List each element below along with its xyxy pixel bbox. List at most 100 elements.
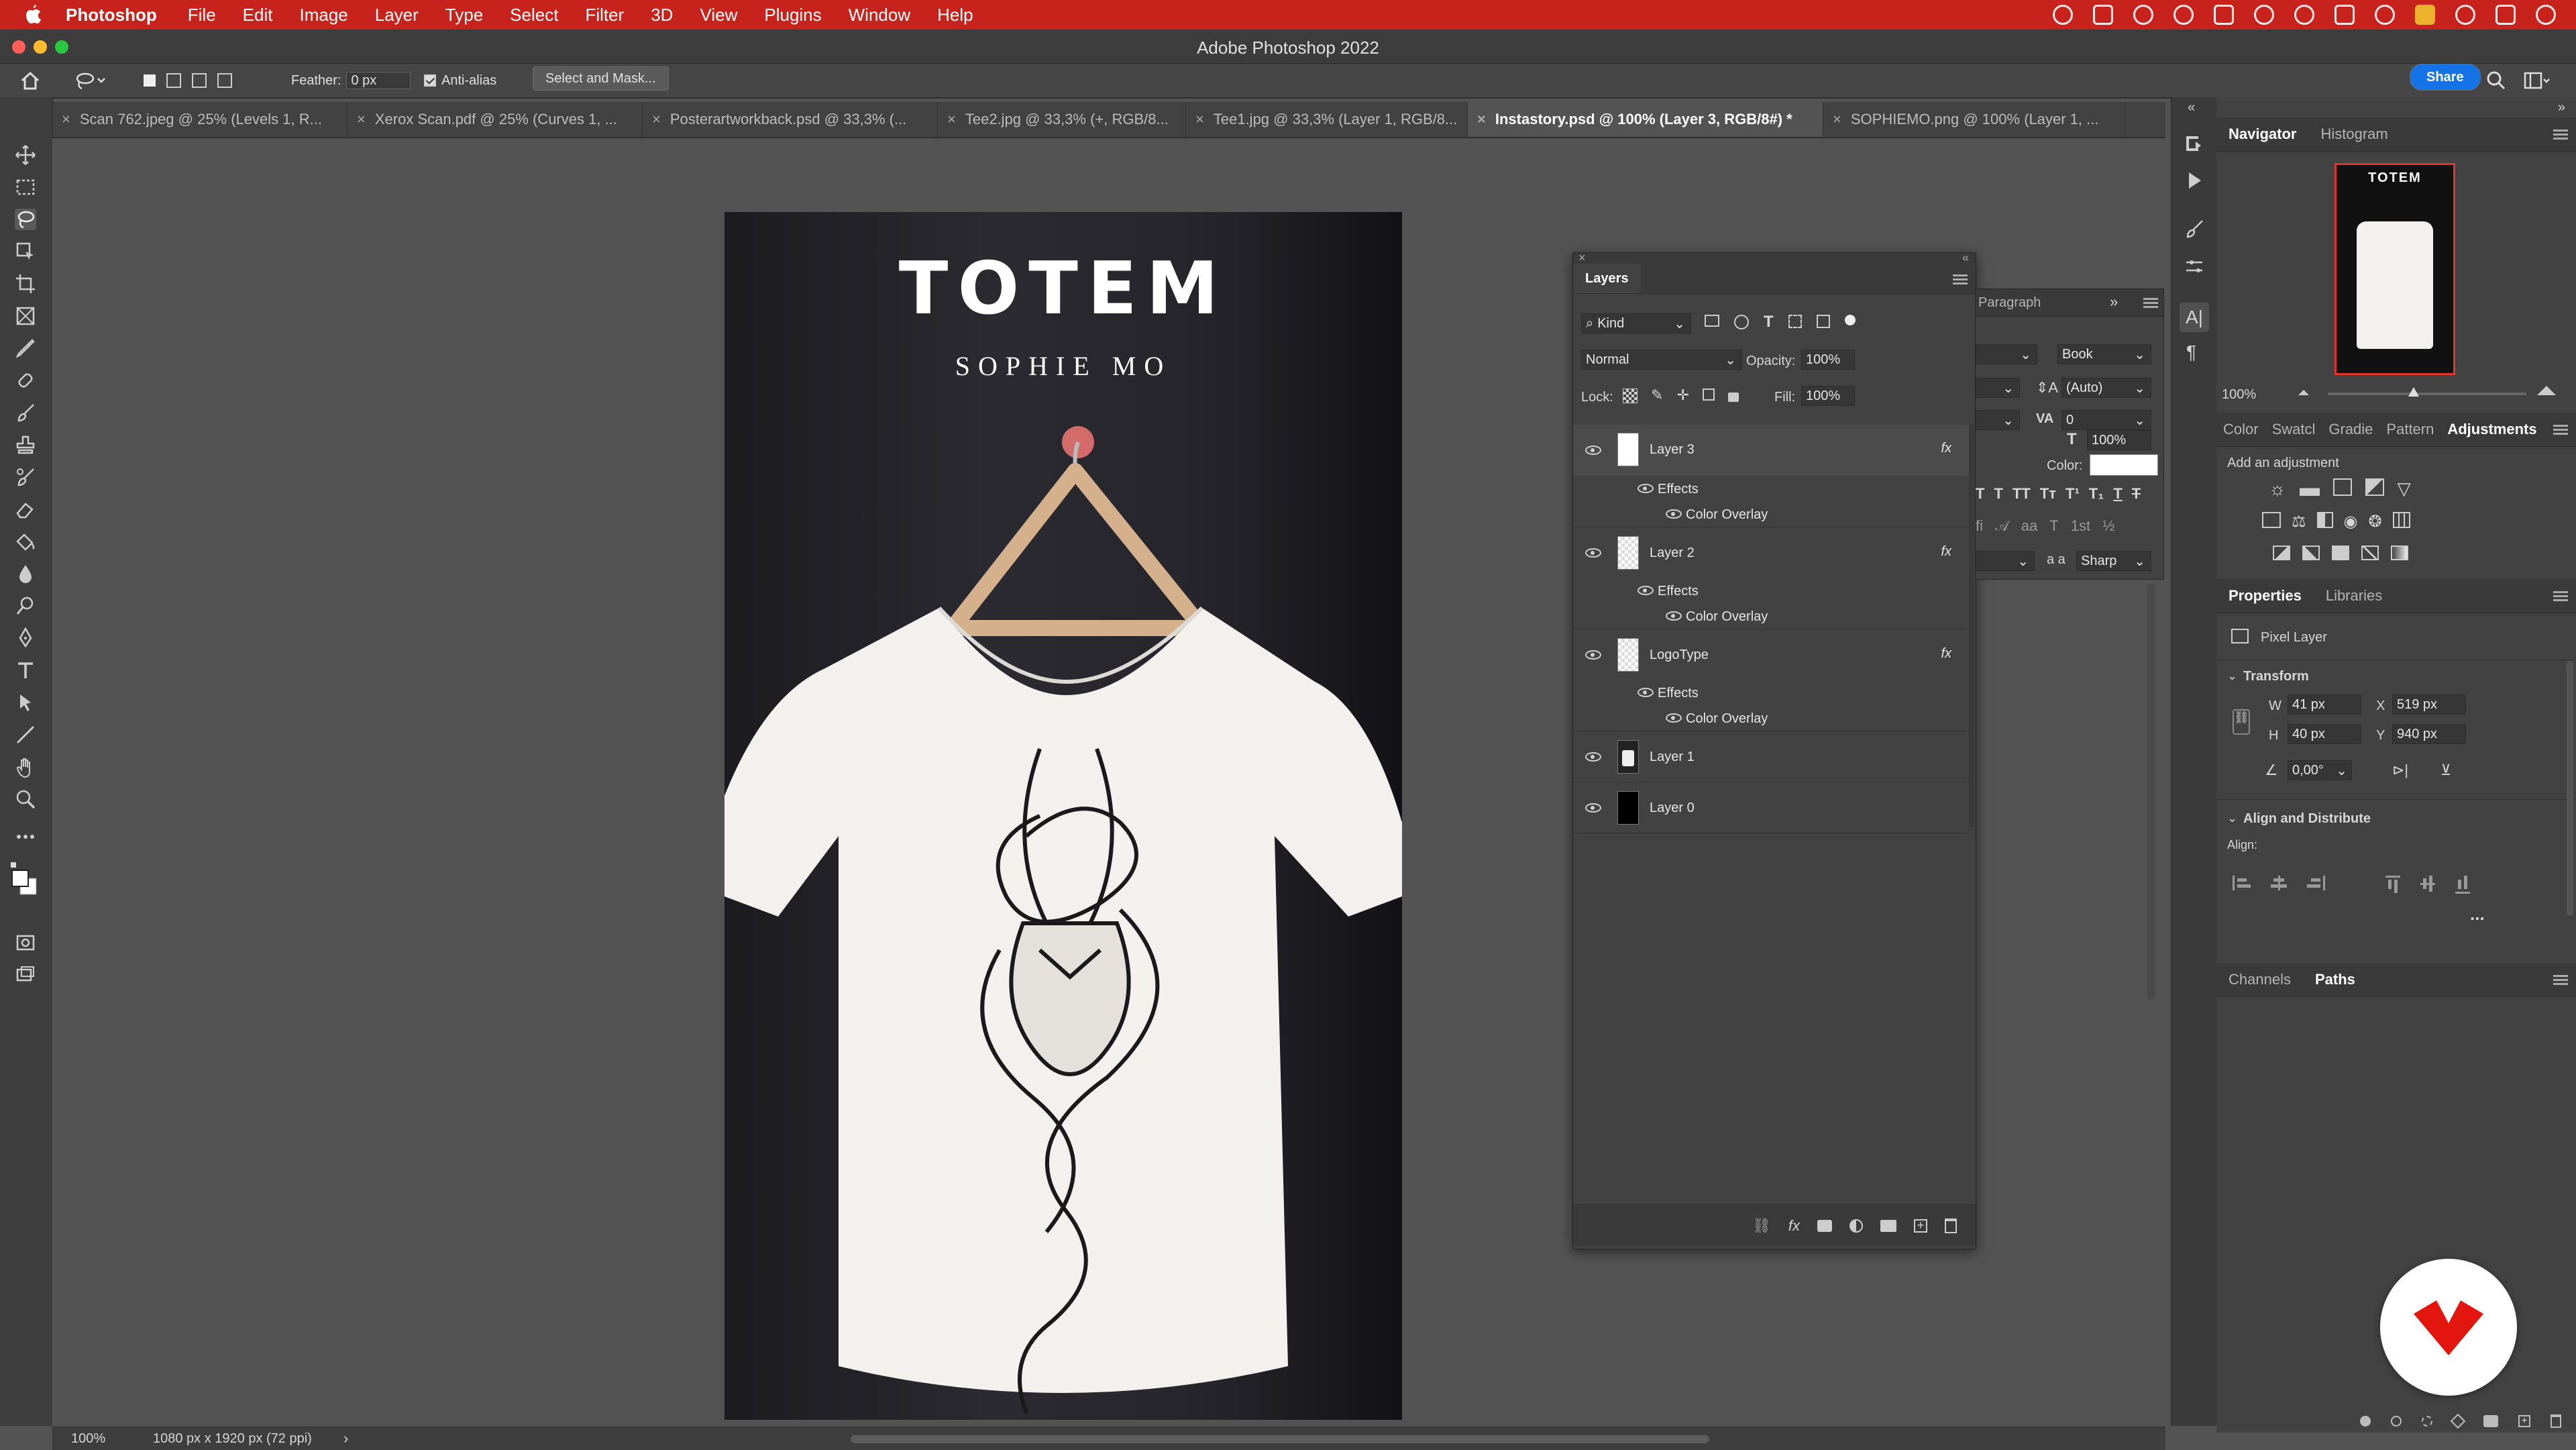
quick-mask-icon[interactable]	[15, 932, 36, 953]
color-swatches-icon[interactable]	[8, 862, 42, 900]
antialias-checkbox[interactable]	[424, 74, 436, 87]
threshold-icon[interactable]	[2332, 546, 2349, 560]
select-and-mask-button[interactable]: Select and Mask...	[533, 66, 669, 91]
visibility-eye-icon[interactable]	[1666, 509, 1682, 519]
layer-row[interactable]: Layer 2 fx	[1573, 528, 1969, 578]
history-icon[interactable]	[2184, 132, 2205, 154]
zoom-slider-thumb[interactable]	[2408, 387, 2419, 397]
creative-cloud-icon[interactable]	[2053, 5, 2073, 25]
effect-item-row[interactable]: Color Overlay	[1573, 501, 1969, 527]
tab-patterns[interactable]: Pattern	[2379, 421, 2440, 438]
new-selection-icon[interactable]	[144, 74, 156, 87]
close-tab-icon[interactable]: ×	[1833, 111, 1841, 128]
navigator-zoom-slider[interactable]	[2328, 387, 2526, 397]
screen-mode-icon[interactable]	[15, 964, 36, 986]
object-selection-tool-icon[interactable]	[15, 241, 36, 262]
new-adjustment-icon[interactable]	[1849, 1219, 1863, 1233]
tab-libraries[interactable]: Libraries	[2314, 587, 2394, 605]
menu-window[interactable]: Window	[849, 5, 910, 25]
add-selection-icon[interactable]	[166, 73, 181, 88]
tab-channels[interactable]: Channels	[2216, 971, 2303, 988]
frame-tool-icon[interactable]	[15, 305, 36, 327]
levels-icon[interactable]	[2299, 478, 2320, 496]
old-style-icon[interactable]: 𝒜	[1995, 517, 2009, 535]
stylistic-icon[interactable]: T	[2049, 517, 2058, 535]
zoom-level[interactable]: 100%	[71, 1431, 105, 1447]
expand-panel-icon[interactable]: »	[2110, 293, 2118, 311]
lasso-tool-icon[interactable]	[15, 209, 36, 230]
close-tab-icon[interactable]: ×	[62, 111, 70, 128]
actions-play-icon[interactable]	[2184, 170, 2205, 191]
fill-path-icon[interactable]	[2360, 1416, 2371, 1427]
align-chevron-icon[interactable]: ⌄	[2227, 811, 2237, 825]
visibility-eye-icon[interactable]	[1666, 713, 1682, 723]
faux-italic-icon[interactable]: T	[1994, 485, 2002, 503]
collapse-panel-icon[interactable]: «	[1962, 251, 1969, 265]
dodge-tool-icon[interactable]	[15, 595, 36, 617]
layer-name[interactable]: Layer 0	[1650, 800, 1695, 816]
keyboard-flag-icon[interactable]	[2415, 5, 2435, 25]
type-tool-icon[interactable]	[15, 660, 36, 681]
user-icon[interactable]	[2375, 5, 2395, 25]
layer-fx-icon[interactable]: fx	[1941, 646, 1951, 662]
font-size-select[interactable]: ⌄	[1976, 378, 2020, 398]
eyedropper-tool-icon[interactable]	[15, 338, 36, 359]
siri-icon[interactable]	[2536, 5, 2556, 25]
menu-app-name[interactable]: Photoshop	[66, 5, 157, 25]
tab-adjustments[interactable]: Adjustments	[2440, 421, 2543, 438]
close-tab-icon[interactable]: ×	[947, 111, 956, 128]
paragraph-tab[interactable]: Paragraph	[1978, 295, 2041, 311]
link-layers-icon[interactable]: ⛓	[1752, 1217, 1771, 1235]
menu-plugins[interactable]: Plugins	[764, 5, 821, 25]
visibility-eye-icon[interactable]	[1585, 650, 1601, 660]
zoom-tool-icon[interactable]	[15, 788, 36, 810]
healing-brush-tool-icon[interactable]	[15, 370, 36, 391]
height-input[interactable]: 40 px	[2288, 724, 2361, 744]
layer-name[interactable]: Layer 2	[1650, 546, 1695, 561]
color-balance-icon[interactable]: ⚖	[2292, 512, 2306, 531]
underline-icon[interactable]: T	[2113, 485, 2122, 503]
filter-pixel-icon[interactable]	[1705, 315, 1719, 327]
more-options-icon[interactable]: ...	[2470, 904, 2485, 925]
gradient-map-icon[interactable]	[2391, 546, 2408, 560]
antialias-select[interactable]: Sharp ⌄	[2076, 551, 2151, 571]
align-right-icon[interactable]	[2307, 876, 2325, 890]
invert-icon[interactable]	[2273, 546, 2290, 560]
move-tool-icon[interactable]	[15, 144, 36, 166]
effect-item-row[interactable]: Color Overlay	[1573, 603, 1969, 629]
navigator-zoom-value[interactable]: 100%	[2222, 387, 2256, 403]
exposure-icon[interactable]	[2365, 478, 2384, 496]
visibility-eye-icon[interactable]	[1585, 803, 1601, 813]
sliders-icon[interactable]	[2184, 256, 2205, 277]
zoom-out-icon[interactable]	[2298, 390, 2309, 395]
small-caps-icon[interactable]: Tт	[2040, 485, 2056, 503]
new-path-icon[interactable]: +	[2518, 1415, 2530, 1427]
effect-item-row[interactable]: Color Overlay	[1573, 705, 1969, 731]
visibility-eye-icon[interactable]	[1585, 752, 1601, 762]
x-input[interactable]: 519 px	[2392, 694, 2466, 715]
layers-panel-menu-icon[interactable]	[1953, 278, 1968, 280]
paragraph-icon[interactable]: ¶	[2186, 342, 2196, 363]
leading-select[interactable]: (Auto) ⌄	[2061, 378, 2151, 398]
menu-3d[interactable]: 3D	[651, 5, 673, 25]
channel-mixer-icon[interactable]: ❂	[2368, 512, 2381, 531]
menu-edit[interactable]: Edit	[243, 5, 273, 25]
tracking-select[interactable]: 0 ⌄	[2061, 410, 2151, 430]
angle-input[interactable]: 0,00° ⌄	[2288, 760, 2352, 780]
ordinals-icon[interactable]: 1st	[2071, 517, 2090, 535]
fractions-icon[interactable]: ½	[2102, 517, 2114, 535]
menu-view[interactable]: View	[700, 5, 737, 25]
black-white-icon[interactable]	[2316, 512, 2333, 528]
share-button[interactable]: Share	[2410, 64, 2481, 91]
visibility-eye-icon[interactable]	[1638, 484, 1654, 493]
stroke-path-icon[interactable]	[2391, 1416, 2402, 1427]
zoom-in-icon[interactable]	[2537, 386, 2556, 395]
filter-type-icon[interactable]: T	[1764, 314, 1774, 330]
search-icon[interactable]	[2486, 70, 2506, 91]
lock-position-icon[interactable]: ✛	[1676, 388, 1688, 403]
add-style-icon[interactable]: fx	[1788, 1217, 1800, 1235]
visibility-eye-icon[interactable]	[1585, 548, 1601, 558]
layer-row[interactable]: Layer 1	[1573, 732, 1969, 782]
history-brush-tool-icon[interactable]	[15, 466, 36, 488]
link-dimensions-icon[interactable]: ⛓	[2233, 709, 2250, 735]
